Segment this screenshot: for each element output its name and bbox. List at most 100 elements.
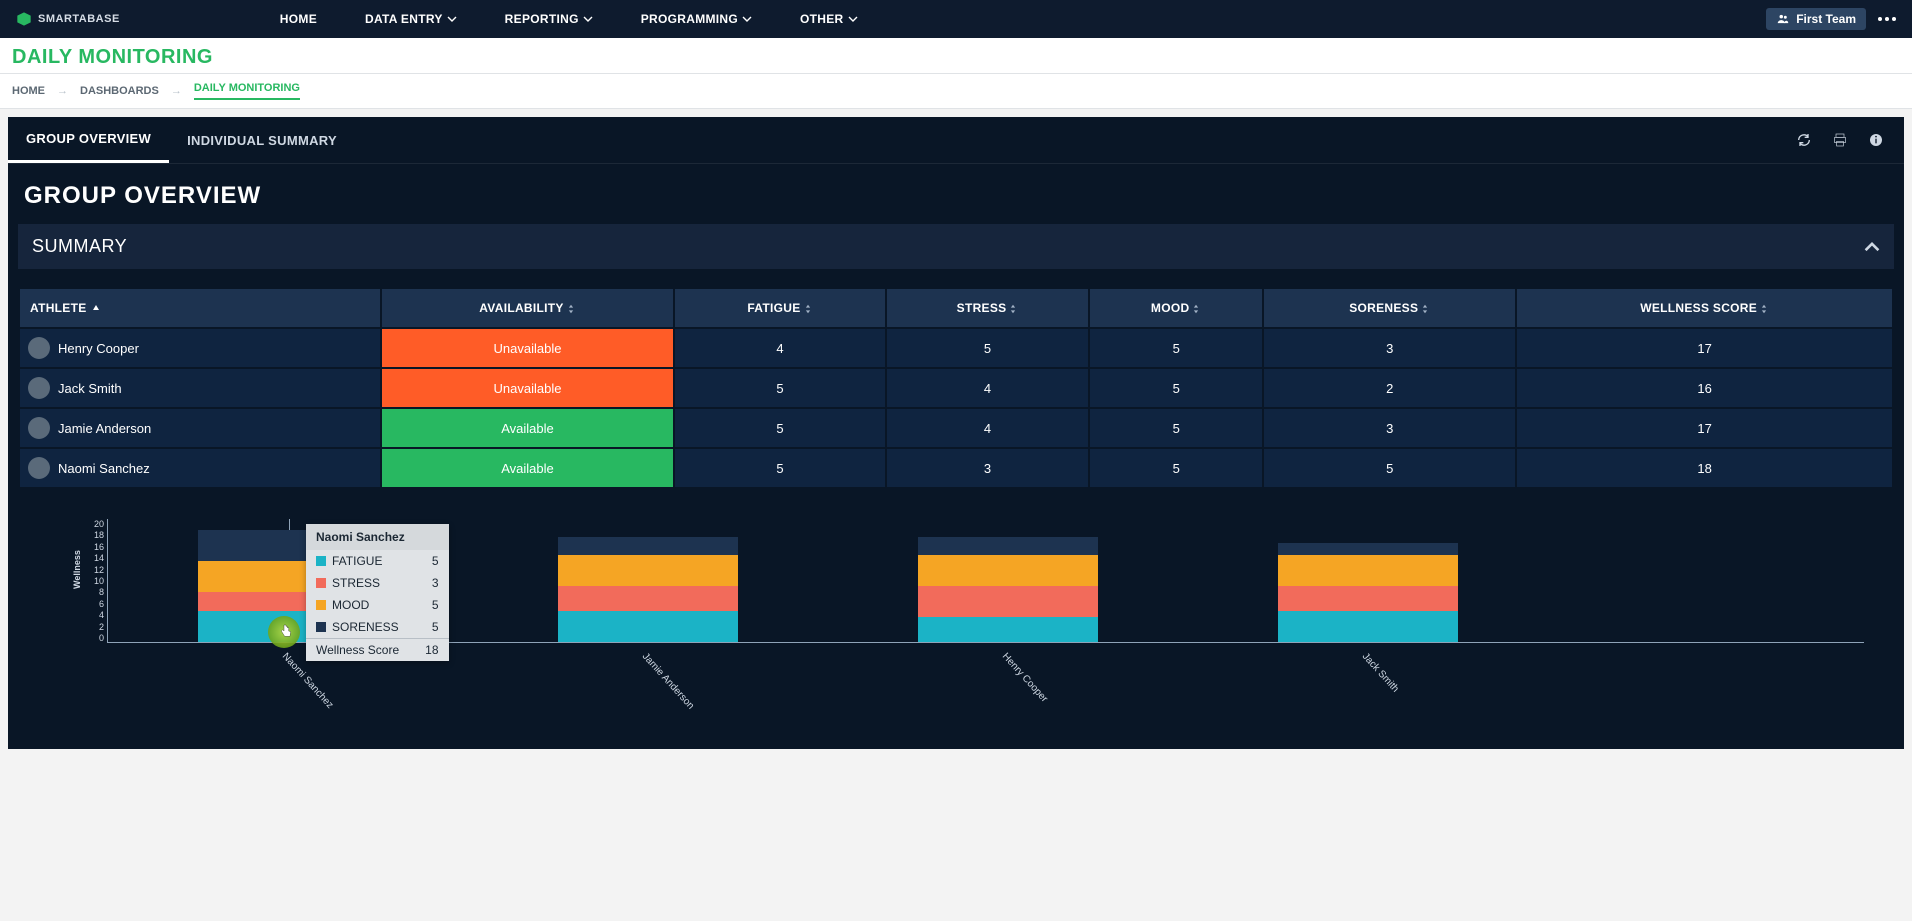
tooltip-row: MOOD5 — [306, 594, 449, 616]
brand-text: SMARTABASE — [38, 13, 120, 25]
info-icon[interactable] — [1868, 132, 1884, 148]
table-row[interactable]: Jamie AndersonAvailable545317 — [20, 409, 1892, 447]
y-tick: 6 — [90, 599, 104, 609]
bar-segment-fatigue — [558, 611, 738, 642]
team-selector-button[interactable]: First Team — [1766, 8, 1866, 30]
col-header-athlete[interactable]: ATHLETE — [20, 289, 380, 327]
sort-icon — [1008, 304, 1018, 314]
bar-segment-soreness — [1278, 543, 1458, 555]
stress-cell: 4 — [887, 369, 1088, 407]
sort-icon — [1191, 304, 1201, 314]
x-axis-label: Jack Smith — [1360, 651, 1401, 695]
wellness-cell: 17 — [1517, 409, 1892, 447]
bar-segment-fatigue — [918, 617, 1098, 642]
bar-segment-stress — [1278, 586, 1458, 611]
fatigue-cell: 5 — [675, 369, 885, 407]
tooltip-row-label: MOOD — [332, 598, 369, 612]
nav-reporting[interactable]: REPORTING — [505, 12, 593, 26]
mood-cell: 5 — [1090, 329, 1262, 367]
y-tick: 16 — [90, 542, 104, 552]
col-header-soreness[interactable]: SORENESS — [1264, 289, 1515, 327]
x-axis-label: Henry Cooper — [1000, 651, 1050, 705]
x-axis-label: Jamie Anderson — [640, 651, 696, 712]
brand[interactable]: SMARTABASE — [16, 11, 120, 27]
sort-icon — [803, 304, 813, 314]
tooltip-row: STRESS3 — [306, 572, 449, 594]
tab-individual-summary[interactable]: INDIVIDUAL SUMMARY — [169, 119, 355, 162]
bar-segment-fatigue — [1278, 611, 1458, 642]
sort-icon — [1420, 304, 1430, 314]
col-header-wellness[interactable]: WELLNESS SCORE — [1517, 289, 1892, 327]
summary-label: SUMMARY — [32, 236, 127, 257]
avatar — [28, 337, 50, 359]
fatigue-cell: 4 — [675, 329, 885, 367]
col-header-stress[interactable]: STRESS — [887, 289, 1088, 327]
y-axis-label: Wellness — [72, 550, 82, 589]
athlete-cell[interactable]: Jack Smith — [20, 369, 380, 407]
col-header-availability[interactable]: AVAILABILITY — [382, 289, 673, 327]
nav-other-label: OTHER — [800, 12, 844, 26]
mood-cell: 5 — [1090, 449, 1262, 487]
nav-home[interactable]: HOME — [280, 12, 317, 26]
y-tick: 12 — [90, 565, 104, 575]
wellness-stacked-bar-chart[interactable]: Wellness 20181614121086420 Naomi Sanchez… — [28, 519, 1884, 719]
breadcrumb-home[interactable]: HOME — [12, 85, 45, 97]
table-row[interactable]: Henry CooperUnavailable455317 — [20, 329, 1892, 367]
nav-programming[interactable]: PROGRAMMING — [641, 12, 752, 26]
athlete-name: Jamie Anderson — [58, 421, 151, 436]
bar-segment-mood — [1278, 555, 1458, 586]
table-row[interactable]: Jack SmithUnavailable545216 — [20, 369, 1892, 407]
bar-segment-stress — [558, 586, 738, 611]
sort-icon — [566, 304, 576, 314]
top-navbar: SMARTABASE HOME DATA ENTRY REPORTING PRO… — [0, 0, 1912, 38]
legend-swatch — [316, 578, 326, 588]
chart-tooltip: Naomi Sanchez FATIGUE5STRESS3MOOD5SORENE… — [306, 524, 449, 661]
soreness-cell: 3 — [1264, 409, 1515, 447]
nav-home-label: HOME — [280, 12, 317, 26]
col-lbl: WELLNESS SCORE — [1640, 301, 1757, 315]
breadcrumb-dashboards[interactable]: DASHBOARDS — [80, 85, 159, 97]
stress-cell: 5 — [887, 329, 1088, 367]
col-header-athlete-label: ATHLETE — [30, 301, 87, 315]
col-lbl: AVAILABILITY — [479, 301, 563, 315]
mood-cell: 5 — [1090, 369, 1262, 407]
summary-header[interactable]: SUMMARY — [18, 224, 1894, 269]
more-menu-button[interactable] — [1878, 17, 1896, 21]
y-axis-ticks: 20181614121086420 — [90, 519, 104, 643]
team-label: First Team — [1796, 12, 1856, 26]
nav-other[interactable]: OTHER — [800, 12, 858, 26]
bar-segment-soreness — [918, 537, 1098, 556]
avatar — [28, 457, 50, 479]
tooltip-row: FATIGUE5 — [306, 550, 449, 572]
tooltip-row-value: 3 — [412, 576, 439, 590]
chart-bar[interactable] — [558, 537, 738, 642]
col-lbl: STRESS — [957, 301, 1007, 315]
refresh-icon[interactable] — [1796, 132, 1812, 148]
table-row[interactable]: Naomi SanchezAvailable535518 — [20, 449, 1892, 487]
chart-bar[interactable] — [918, 537, 1098, 642]
col-header-fatigue[interactable]: FATIGUE — [675, 289, 885, 327]
athlete-cell[interactable]: Jamie Anderson — [20, 409, 380, 447]
chart-bar[interactable] — [1278, 543, 1458, 642]
tooltip-total-label: Wellness Score — [316, 643, 399, 657]
dashboard-tabs: GROUP OVERVIEW INDIVIDUAL SUMMARY — [8, 117, 1904, 164]
bar-segment-mood — [918, 555, 1098, 586]
stress-cell: 4 — [887, 409, 1088, 447]
nav-data-entry[interactable]: DATA ENTRY — [365, 12, 457, 26]
nav-reporting-label: REPORTING — [505, 12, 579, 26]
mood-cell: 5 — [1090, 409, 1262, 447]
tab-group-overview[interactable]: GROUP OVERVIEW — [8, 117, 169, 163]
athlete-cell[interactable]: Naomi Sanchez — [20, 449, 380, 487]
collapse-icon[interactable] — [1864, 239, 1880, 255]
breadcrumb-sep: → — [171, 85, 182, 97]
avatar — [28, 417, 50, 439]
col-header-mood[interactable]: MOOD — [1090, 289, 1262, 327]
print-icon[interactable] — [1832, 132, 1848, 148]
chevron-down-icon — [742, 14, 752, 24]
primary-nav-links: HOME DATA ENTRY REPORTING PROGRAMMING OT… — [280, 12, 858, 26]
breadcrumb-current[interactable]: DAILY MONITORING — [194, 82, 300, 100]
col-lbl: MOOD — [1151, 301, 1190, 315]
stress-cell: 3 — [887, 449, 1088, 487]
athlete-cell[interactable]: Henry Cooper — [20, 329, 380, 367]
people-icon — [1776, 12, 1790, 26]
